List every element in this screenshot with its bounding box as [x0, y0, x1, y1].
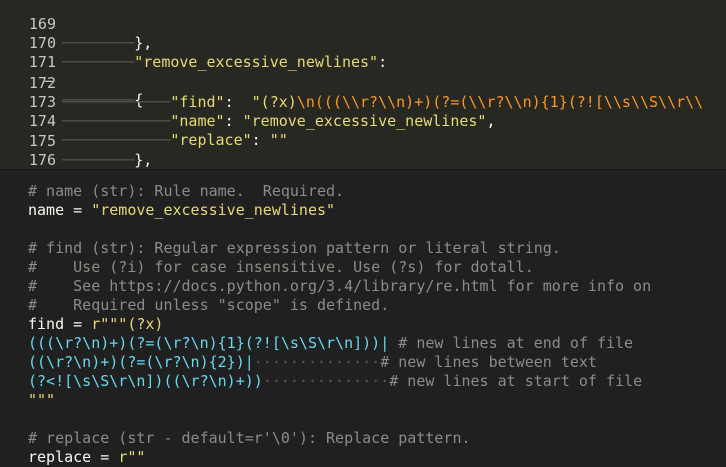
code-line-174[interactable]: 174 ────────────"replace": ""	[0, 93, 288, 149]
regex-line[interactable]: (?<![\s\S\r\n])((\r?\n)+))··············…	[28, 372, 642, 391]
json-key: "find"	[170, 93, 225, 111]
assignment-line[interactable]: find = r"""(?x)	[28, 315, 163, 334]
json-key: "name"	[170, 112, 225, 130]
code-line-173[interactable]: 173 ────────────"name": "remove_excessiv…	[0, 74, 496, 130]
code-text: },	[134, 34, 153, 52]
json-key: "replace"	[170, 131, 252, 149]
comment-line[interactable]: # Required unless "scope" is defined.	[28, 296, 389, 315]
regex-line[interactable]: ((\r?\n)+)(?=(\r?\n){2})|··············#…	[28, 353, 597, 372]
code-line-175[interactable]: 175 ────────},	[0, 113, 152, 169]
regex-line[interactable]: (((\r?\n)+)(?=(\r?\n){1}(?![\s\S\r\n]))|…	[28, 334, 633, 353]
json-key: "remove_excessive_newlines"	[134, 53, 379, 71]
code-line-172[interactable]: 172 ────────────"find": "(?x)\n(((\\r?\\…	[0, 55, 703, 111]
code-line-171[interactable]: 171 − ────────{	[0, 34, 143, 109]
python-editor-pane[interactable]: # name (str): Rule name. Required. name …	[0, 170, 726, 467]
comment-line[interactable]: # See https://docs.python.org/3.4/librar…	[28, 277, 651, 296]
json-editor-pane[interactable]: 169 ────────}, 170 ────────"remove_exces…	[0, 0, 726, 170]
comment-line[interactable]: # replace (str - default=r'\0'): Replace…	[28, 429, 471, 448]
comment-line[interactable]: # name (str): Rule name. Required.	[28, 182, 344, 201]
code-line-177[interactable]: 177 − ────────{	[0, 151, 36, 170]
code-line-176[interactable]: 176 ────────"remove_json_dangling_commas…	[0, 132, 56, 169]
assignment-line[interactable]: replace = r""	[28, 448, 145, 467]
string-close-line[interactable]: """	[28, 391, 55, 410]
comment-line[interactable]: # find (str): Regular expression pattern…	[28, 239, 561, 258]
code-line-169[interactable]: 169 ────────},	[0, 0, 152, 52]
comment-line[interactable]: # Use (?i) for case insensitive. Use (?s…	[28, 258, 534, 277]
assignment-line[interactable]: name = "remove_excessive_newlines"	[28, 201, 335, 220]
code-line-170[interactable]: 170 ────────"remove_excessive_newlines":	[0, 15, 387, 71]
regex-value: \n(((\\r?\\n)+)(?=(\\r?\\n){1}(?![\\s\\S…	[296, 93, 704, 111]
